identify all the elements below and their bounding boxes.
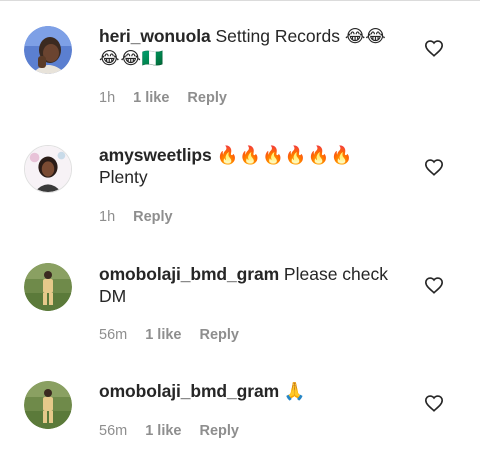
comment-body: heri_wonuola Setting Records 😂😂 😂😂🇳🇬 [99, 25, 410, 69]
comment-username[interactable]: amysweetlips [99, 145, 212, 165]
avatar[interactable] [24, 26, 72, 74]
comment-meta: 1h 1 like Reply [99, 90, 245, 106]
avatar[interactable] [24, 145, 72, 193]
comment-username[interactable]: omobolaji_bmd_gram [99, 381, 279, 401]
reply-button[interactable]: Reply [187, 90, 227, 106]
comment-time: 1h [99, 209, 116, 225]
heart-outline-icon[interactable] [424, 39, 446, 59]
avatar[interactable] [24, 381, 72, 429]
reply-button[interactable]: Reply [133, 209, 173, 225]
heart-outline-icon[interactable] [424, 276, 446, 296]
comment-username[interactable]: omobolaji_bmd_gram [99, 264, 279, 284]
comment-text-cont: Plenty [99, 167, 148, 187]
comment-text: Please check [283, 264, 389, 284]
comment-time: 56m [99, 327, 128, 343]
comment-text: Setting Records 😂😂 [215, 26, 386, 46]
top-divider [0, 0, 480, 1]
comment-text-cont: 😂😂🇳🇬 [99, 48, 165, 68]
reply-button[interactable]: Reply [200, 423, 240, 439]
comment-body: amysweetlips 🔥🔥🔥🔥🔥🔥 Plenty [99, 144, 410, 188]
comment-likes[interactable]: 1 like [145, 423, 181, 439]
comment-time: 1h [99, 90, 116, 106]
reply-button[interactable]: Reply [200, 327, 240, 343]
comment-meta: 1h Reply [99, 209, 191, 225]
avatar[interactable] [24, 263, 72, 311]
comment-time: 56m [99, 423, 128, 439]
comment-username[interactable]: heri_wonuola [99, 26, 211, 46]
heart-outline-icon[interactable] [424, 394, 446, 414]
comment-meta: 56m 1 like Reply [99, 423, 257, 439]
comment-body: omobolaji_bmd_gram Please check DM [99, 263, 410, 307]
comment-text: 🔥🔥🔥🔥🔥🔥 [216, 145, 354, 165]
comment-text-cont: DM [99, 286, 127, 306]
comment-likes[interactable]: 1 like [133, 90, 169, 106]
comment-body: omobolaji_bmd_gram 🙏 [99, 380, 410, 402]
comment-meta: 56m 1 like Reply [99, 327, 257, 343]
comment-text: 🙏 [283, 381, 306, 401]
comment-likes[interactable]: 1 like [145, 327, 181, 343]
heart-outline-icon[interactable] [424, 158, 446, 178]
